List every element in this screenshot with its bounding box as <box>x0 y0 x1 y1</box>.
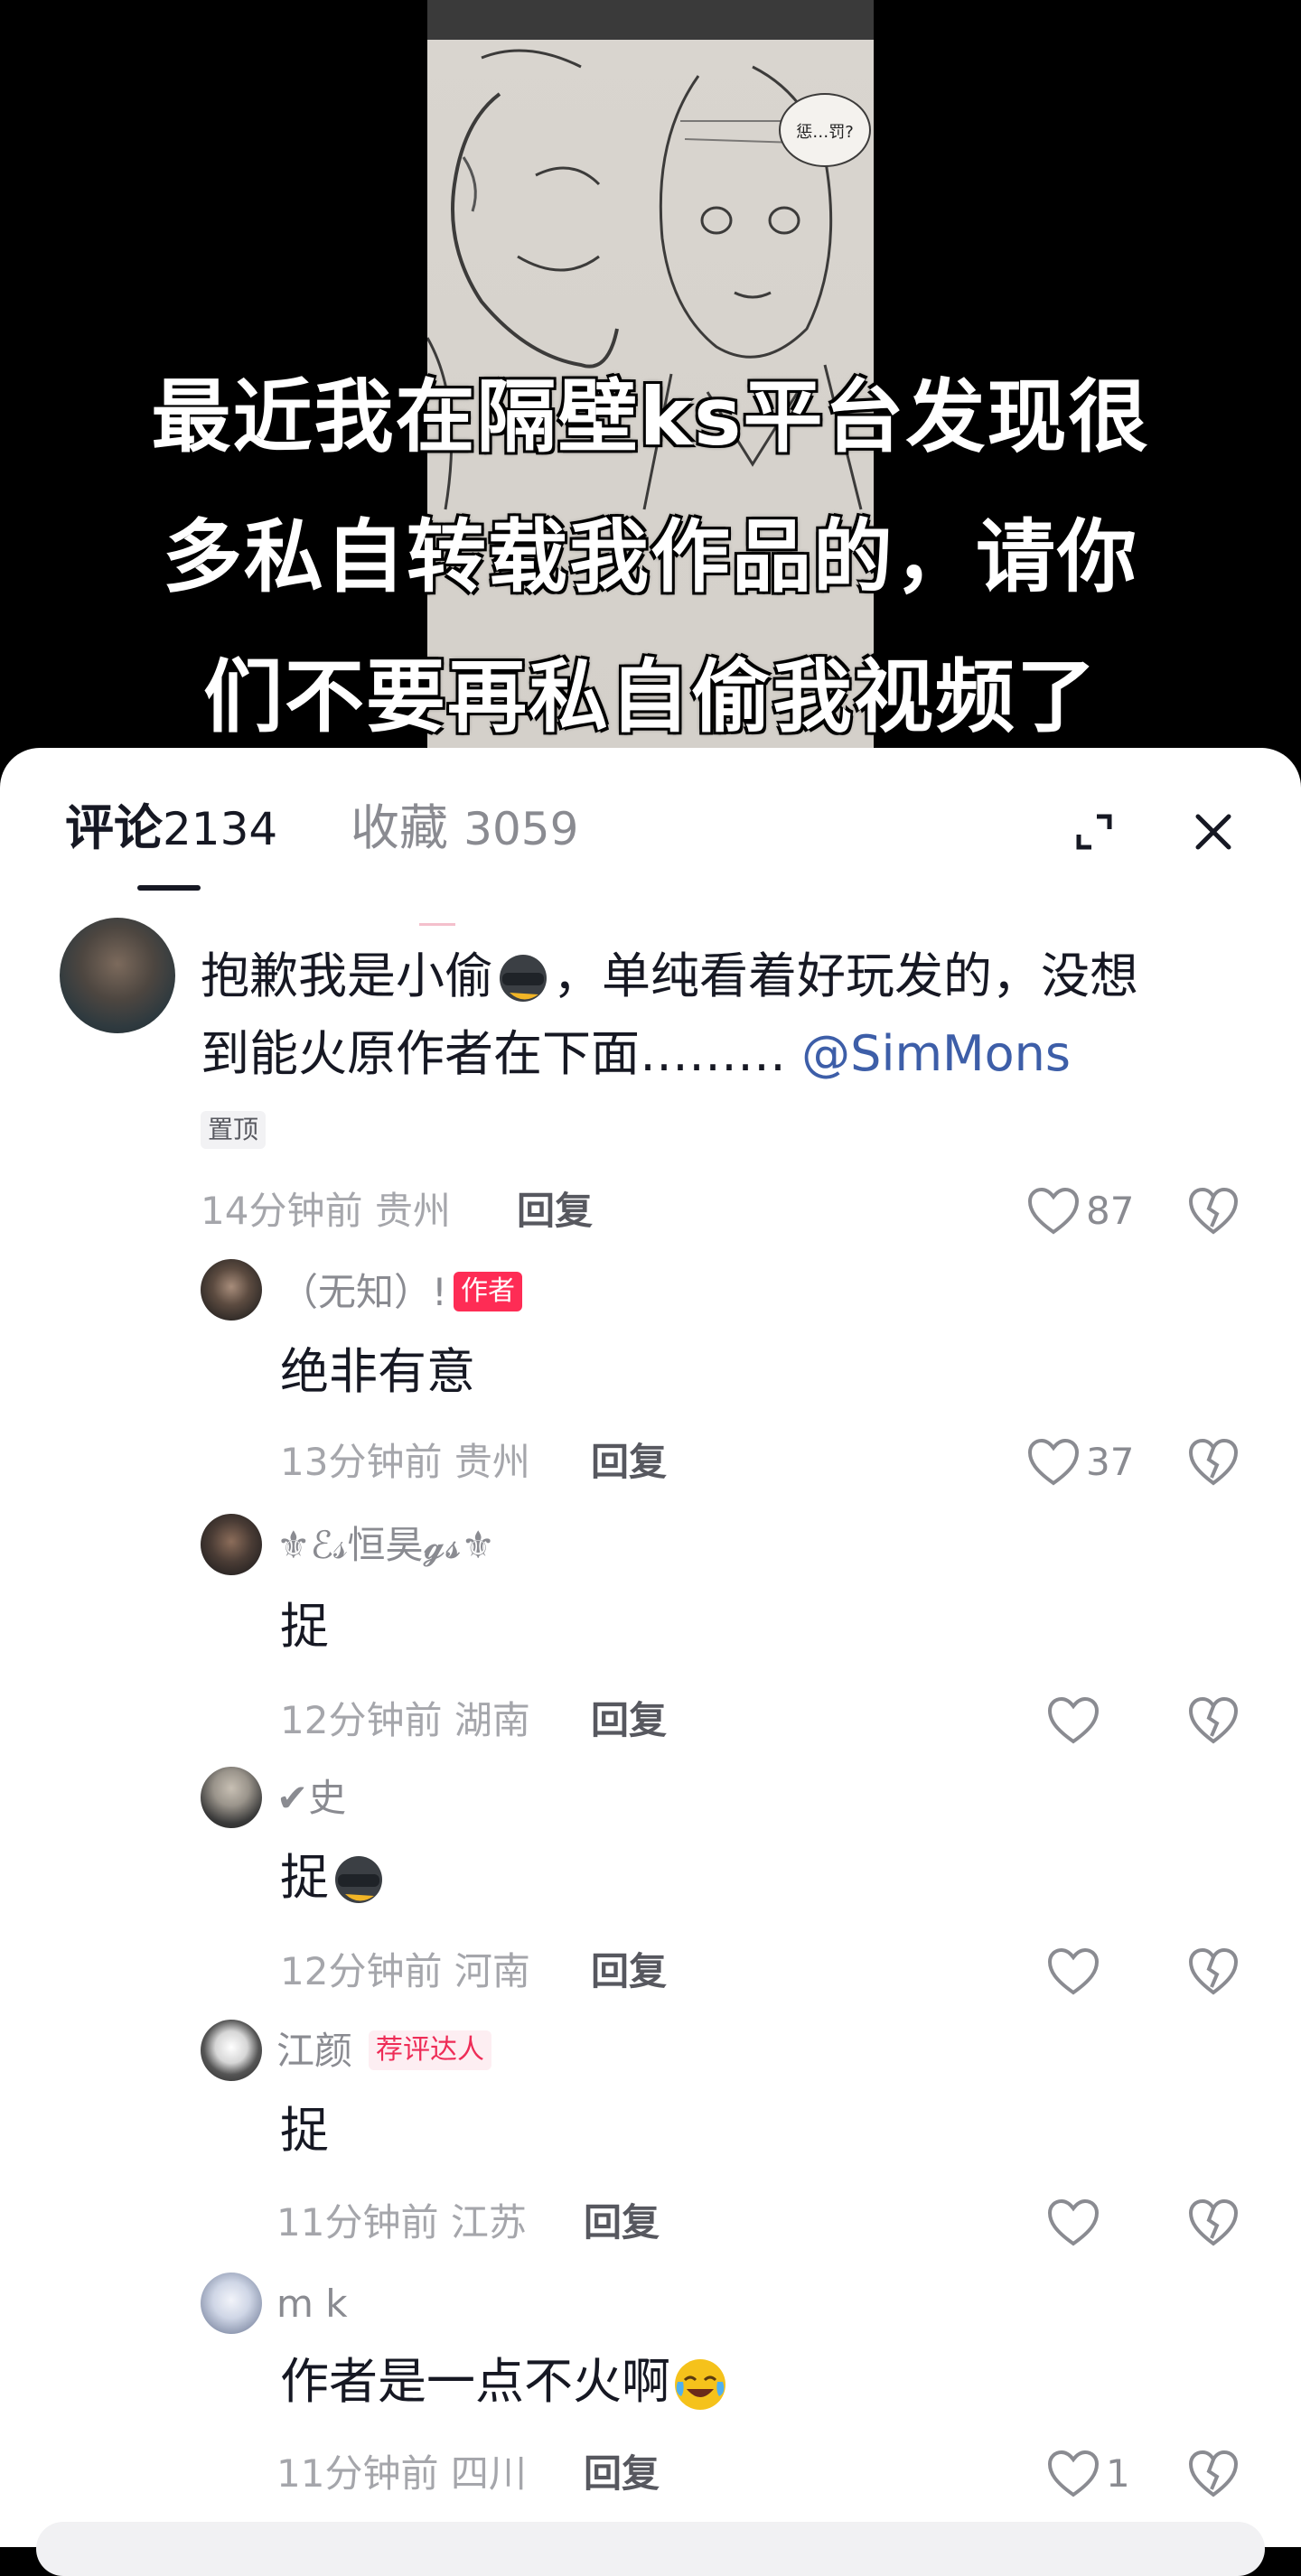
caption-line-3: 们不要再私自偷我视频了 <box>202 650 1098 743</box>
comment-meta: 14分钟前 贵州 <box>201 1192 451 1230</box>
comment-meta: 13分钟前 贵州 <box>280 1443 530 1481</box>
expand-button[interactable] <box>1072 809 1117 854</box>
comment-sheet: 评论2134 收藏 3059 抱歉我是小偷 ，单纯看着好玩发的，没想 到能火原作者… <box>0 748 1301 2576</box>
broken-heart-icon[interactable] <box>1187 1696 1240 1745</box>
comment-meta: 11分钟前 江苏 <box>276 2204 527 2242</box>
avatar[interactable] <box>201 2273 262 2334</box>
heart-outline-icon[interactable] <box>1046 2450 1100 2498</box>
comment-text-part: 作者是一点不火啊 <box>280 2353 670 2410</box>
speech-bubble-text: 惩…罚? <box>796 123 854 142</box>
comment-text-line2: 到能火原作者在下面……… @SimMons <box>201 1017 1071 1091</box>
crying-laughing-emoji-icon <box>675 2359 725 2411</box>
caption-line-1: 最近我在隔壁ks平台发现很 <box>151 370 1150 463</box>
tab-favorites-count: 3059 <box>463 803 579 855</box>
comment-text: 捉 <box>280 1598 329 1655</box>
comment-time: 11分钟前 <box>276 2451 439 2496</box>
comment-meta: 12分钟前 湖南 <box>280 1702 530 1740</box>
video-player[interactable]: 惩…罚? 最近我在隔壁ks平台发现很 多私自转载我作品的，请你 们不要再私自偷我… <box>0 0 1301 777</box>
broken-heart-icon[interactable] <box>1187 2198 1240 2247</box>
avatar[interactable] <box>201 1259 262 1321</box>
comment-text-part: 抱歉我是小偷 <box>201 947 493 1004</box>
avatar[interactable] <box>201 2020 262 2081</box>
reply-button[interactable]: 回复 <box>591 1702 667 1740</box>
broken-heart-icon[interactable] <box>1187 1438 1240 1487</box>
comment-text-part: ，单纯看着好玩发的，没想 <box>553 947 1138 1004</box>
author-badge: 作者 <box>454 1272 522 1311</box>
close-icon <box>1195 814 1231 850</box>
comment-text: 作者是一点不火啊 <box>280 2345 730 2419</box>
comment-location: 湖南 <box>454 1698 530 1742</box>
caption-line-2: 多私自转载我作品的，请你 <box>162 510 1138 603</box>
comment-location: 四川 <box>450 2451 527 2496</box>
tab-favorites-label: 收藏 <box>351 799 448 856</box>
commenter-name[interactable]: ⚜ℰ𝓈恒昊𝓰𝓼⚜ <box>276 1526 495 1564</box>
heart-outline-icon[interactable] <box>1046 1947 1100 1996</box>
active-tab-indicator <box>137 885 201 891</box>
comment-text: 捉 <box>280 1841 388 1915</box>
comment-time: 13分钟前 <box>280 1440 443 1484</box>
comment-time: 12分钟前 <box>280 1698 443 1742</box>
recommended-commenter-badge: 荐评达人 <box>369 2030 491 2070</box>
close-button[interactable] <box>1191 809 1236 854</box>
divider-mark <box>419 923 455 926</box>
tab-comments[interactable]: 评论2134 <box>65 804 277 853</box>
reply-button[interactable]: 回复 <box>517 1192 593 1230</box>
comment-time: 12分钟前 <box>280 1949 443 1993</box>
commenter-name[interactable]: （无知）! <box>280 1274 447 1311</box>
comment-text: 捉 <box>280 2102 329 2159</box>
avatar[interactable] <box>60 918 175 1033</box>
like-count: 37 <box>1086 1440 1135 1484</box>
reply-button[interactable]: 回复 <box>591 1443 667 1481</box>
helmet-emoji-icon <box>500 955 547 1003</box>
pinned-badge: 置顶 <box>201 1111 267 1149</box>
comment-time: 14分钟前 <box>201 1189 363 1233</box>
comment-location: 贵州 <box>374 1189 451 1233</box>
comment-input-bar[interactable] <box>36 2522 1265 2576</box>
comment-location: 河南 <box>454 1949 530 1993</box>
comment-meta: 11分钟前 四川 <box>276 2455 527 2493</box>
helmet-emoji-icon <box>335 1856 382 1904</box>
like-count: 87 <box>1086 1189 1135 1233</box>
comment-location: 江苏 <box>450 2200 527 2245</box>
comment-time: 11分钟前 <box>276 2200 439 2245</box>
mention-link[interactable]: @SimMons <box>801 1025 1071 1082</box>
broken-heart-icon[interactable] <box>1187 2450 1240 2498</box>
comment-text: 抱歉我是小偷 ，单纯看着好玩发的，没想 <box>201 939 1138 1013</box>
heart-outline-icon[interactable] <box>1046 1696 1100 1745</box>
comment-text: 绝非有意 <box>280 1343 475 1400</box>
reply-button[interactable]: 回复 <box>584 2204 660 2242</box>
tab-favorites[interactable]: 收藏 3059 <box>351 804 578 853</box>
heart-outline-icon[interactable] <box>1026 1438 1081 1487</box>
comment-meta: 12分钟前 河南 <box>280 1953 530 1991</box>
comment-text-part: 到能火原作者在下面……… <box>201 1025 786 1082</box>
broken-heart-icon[interactable] <box>1187 1947 1240 1996</box>
tab-comments-count: 2134 <box>163 803 278 855</box>
expand-icon <box>1076 814 1112 850</box>
comment-tabs: 评论2134 收藏 3059 <box>0 748 1301 892</box>
broken-heart-icon[interactable] <box>1187 1187 1240 1236</box>
heart-outline-icon[interactable] <box>1046 2198 1100 2247</box>
reply-button[interactable]: 回复 <box>591 1953 667 1991</box>
commenter-name[interactable]: m k <box>276 2285 348 2323</box>
like-count: 1 <box>1106 2451 1130 2496</box>
avatar[interactable] <box>201 1514 262 1575</box>
heart-outline-icon[interactable] <box>1026 1187 1081 1236</box>
reply-button[interactable]: 回复 <box>584 2455 660 2493</box>
commenter-name[interactable]: 江颜 <box>276 2032 352 2070</box>
commenter-name[interactable]: ✔史 <box>276 1779 346 1817</box>
comment-location: 贵州 <box>454 1440 530 1484</box>
avatar[interactable] <box>201 1767 262 1828</box>
comment-text-part: 捉 <box>280 1849 329 1906</box>
tab-comments-label: 评论 <box>65 799 163 856</box>
